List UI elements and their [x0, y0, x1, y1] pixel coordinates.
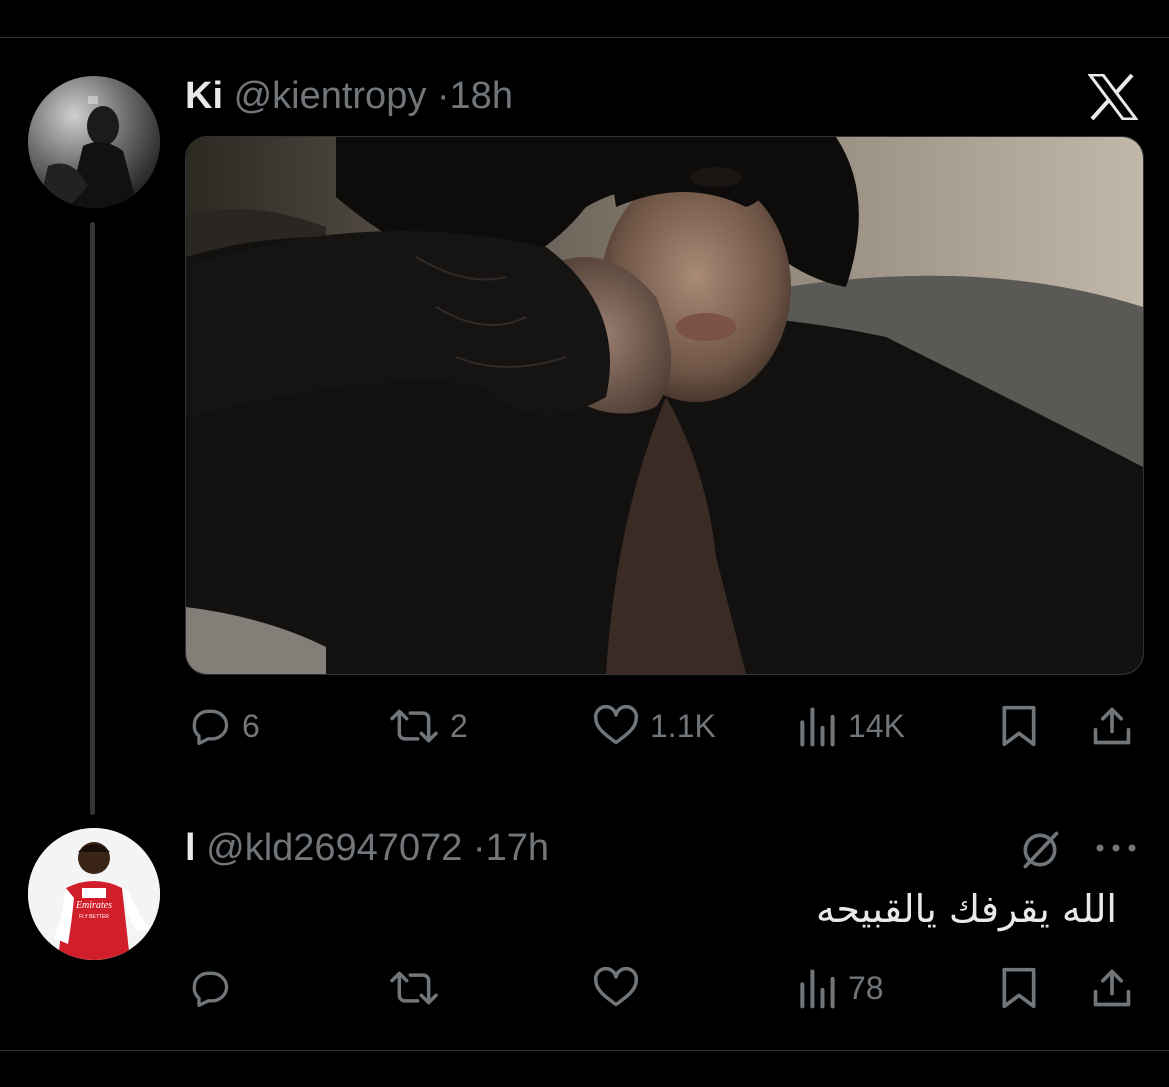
retweet-count: 2: [450, 707, 468, 744]
bookmark-button[interactable]: [998, 704, 1040, 748]
time-separator: ·: [436, 75, 450, 117]
reply-time-separator: ·: [472, 827, 486, 869]
top-divider: [0, 37, 1169, 38]
reply-time[interactable]: 17h: [486, 827, 549, 869]
reply-share-button[interactable]: [1090, 966, 1134, 1010]
reply-author-avatar[interactable]: Emirates FLY BETTER: [28, 828, 160, 960]
reply-bookmark-button[interactable]: [998, 966, 1040, 1010]
reply-views-button[interactable]: 78: [796, 966, 884, 1010]
like-count: 1.1K: [650, 707, 716, 744]
bookmark-icon: [1002, 705, 1036, 747]
retweet-button[interactable]: 2: [388, 704, 468, 748]
reply-views-count: 78: [848, 969, 884, 1006]
reply-text: الله يقرفك يالقبيحه: [816, 887, 1117, 931]
views-count: 14K: [848, 707, 905, 744]
views-button[interactable]: 14K: [796, 704, 905, 748]
reply-button[interactable]: 6: [188, 704, 260, 748]
thread-connector-line: [90, 222, 95, 815]
reply-author-display-name[interactable]: l: [185, 827, 196, 869]
author-display-name[interactable]: Ki: [185, 75, 223, 117]
jersey-sponsor-subtext: FLY BETTER: [79, 914, 109, 920]
reply-retweet-button[interactable]: [388, 966, 440, 1010]
reply-icon: [192, 971, 229, 1008]
reply-like-button[interactable]: [592, 966, 640, 1010]
reply-author-handle[interactable]: @kld26947072: [206, 827, 462, 869]
share-icon: [1093, 969, 1131, 1007]
views-icon: [800, 969, 835, 1009]
reply-reply-button[interactable]: [188, 966, 232, 1010]
retweet-icon: [390, 709, 438, 743]
tweet-header: Ki @kientropy ·18h: [185, 74, 513, 118]
reply-icon: [192, 709, 229, 746]
author-avatar[interactable]: [28, 76, 160, 208]
more-options-icon[interactable]: [1094, 840, 1138, 861]
tweet-photo[interactable]: [185, 136, 1144, 675]
grok-icon[interactable]: [1018, 828, 1062, 877]
bottom-divider: [0, 1050, 1169, 1051]
bookmark-icon: [1002, 967, 1036, 1009]
reply-count: 6: [242, 707, 260, 744]
heart-icon: [593, 704, 639, 745]
retweet-icon: [390, 971, 438, 1005]
author-handle[interactable]: @kientropy: [234, 75, 427, 117]
share-button[interactable]: [1090, 704, 1134, 748]
reply-header: l @kld26947072 ·17h: [185, 826, 549, 870]
like-button[interactable]: 1.1K: [592, 704, 716, 748]
x-logo-icon[interactable]: [1087, 73, 1139, 125]
jersey-sponsor-text: Emirates: [75, 900, 112, 911]
share-icon: [1093, 707, 1131, 745]
tweet-time[interactable]: 18h: [450, 75, 513, 117]
heart-icon: [593, 966, 639, 1007]
views-icon: [800, 707, 835, 747]
